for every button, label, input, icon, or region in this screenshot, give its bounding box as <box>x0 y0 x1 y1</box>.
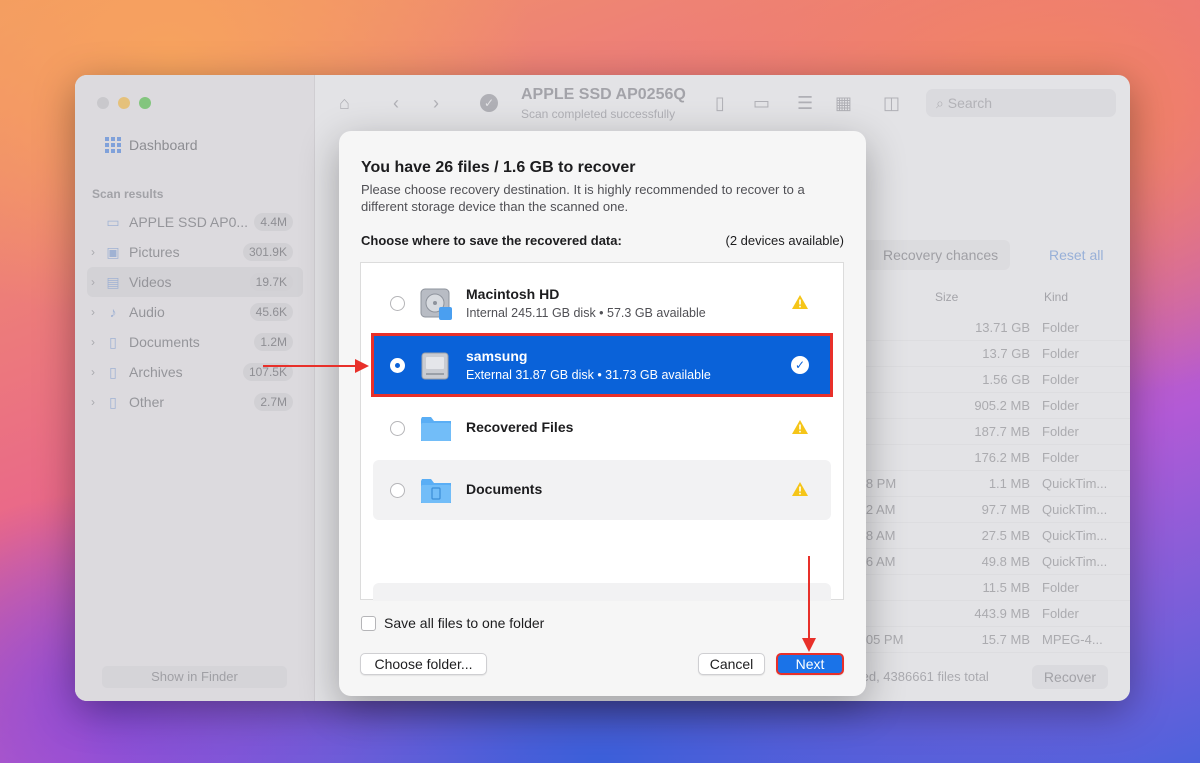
device-info: External 31.87 GB disk • 31.73 GB availa… <box>466 368 711 382</box>
annotation-arrow-vertical <box>808 556 810 640</box>
device-name: Macintosh HD <box>466 286 560 302</box>
radio-button[interactable] <box>390 483 405 498</box>
destination-macintosh-hd[interactable]: Macintosh HD Internal 245.11 GB disk • 5… <box>373 273 831 333</box>
radio-button-selected[interactable] <box>390 358 405 373</box>
warning-icon <box>792 482 808 496</box>
radio-button[interactable] <box>390 421 405 436</box>
choose-destination-label: Choose where to save the recovered data: <box>361 233 622 248</box>
arrow-head-down-icon <box>802 638 816 652</box>
device-name: samsung <box>466 348 528 364</box>
choose-folder-button[interactable]: Choose folder... <box>360 653 487 675</box>
dialog-title: You have 26 files / 1.6 GB to recover <box>361 159 636 176</box>
radio-button[interactable] <box>390 296 405 311</box>
device-info: Internal 245.11 GB disk • 57.3 GB availa… <box>466 306 706 320</box>
folder-icon <box>421 417 451 441</box>
device-name: Recovered Files <box>466 419 574 435</box>
save-all-to-one-folder-checkbox[interactable]: Save all files to one folder <box>361 615 544 631</box>
device-name: Documents <box>466 481 543 497</box>
destination-samsung[interactable]: samsung External 31.87 GB disk • 31.73 G… <box>371 333 833 397</box>
devices-available-count: (2 devices available) <box>725 233 844 248</box>
dialog-description: Please choose recovery destination. It i… <box>361 182 805 214</box>
checkmark-circle-icon: ✓ <box>791 356 809 374</box>
checkbox[interactable] <box>361 615 376 631</box>
checkbox-label: Save all files to one folder <box>384 615 545 631</box>
next-button[interactable]: Next <box>776 653 844 675</box>
cancel-button[interactable]: Cancel <box>698 653 765 675</box>
destination-documents[interactable]: Documents <box>373 460 831 520</box>
list-item-placeholder <box>373 583 831 601</box>
arrow-head-right-icon <box>355 359 369 373</box>
warning-icon <box>792 420 808 434</box>
destination-recovered-files[interactable]: Recovered Files <box>373 398 831 458</box>
internal-disk-icon <box>420 288 452 320</box>
destination-list: Macintosh HD Internal 245.11 GB disk • 5… <box>360 262 844 601</box>
documents-folder-icon <box>421 479 451 503</box>
recovery-destination-dialog: You have 26 files / 1.6 GB to recover Pl… <box>339 131 866 696</box>
warning-icon <box>792 295 808 309</box>
external-disk-icon <box>421 352 449 380</box>
annotation-arrow-horizontal <box>263 365 359 367</box>
